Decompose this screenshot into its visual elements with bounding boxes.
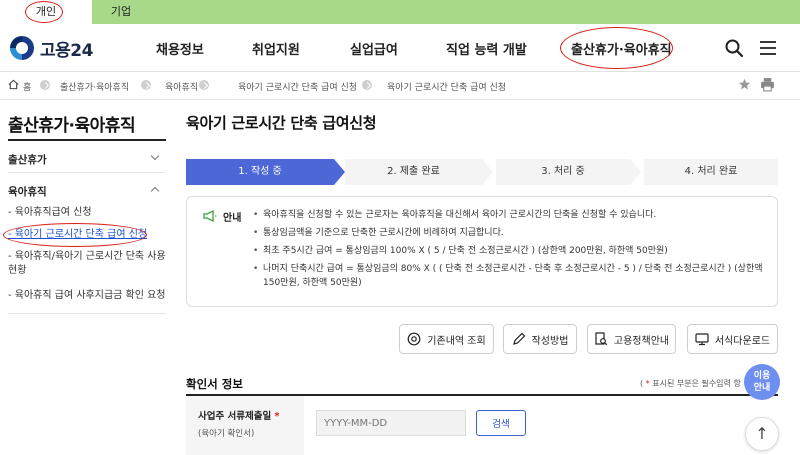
chevron-down-icon[interactable] [150,151,160,161]
sidebar-link-usage-status[interactable]: - 육아휴직/육아기 근로시간 단축 사용 현황 [8,250,166,278]
sidebar-category-parental-leave[interactable]: 육아휴직 [8,184,47,199]
form-download-button[interactable]: 서식다운로드 [687,324,778,354]
sidebar-link-reduced-hours-benefit[interactable]: - 육아기 근로시간 단축 급여 신청 [8,228,166,242]
form-download-label: 서식다운로드 [714,335,771,347]
breadcrumb-chevron-icon [40,80,50,90]
home-icon[interactable] [8,79,19,90]
print-icon[interactable] [760,77,775,92]
step-completed: 4. 처리 완료 [644,159,778,185]
nav-item-maternity-parental-leave[interactable]: 출산휴가·육아휴직 [571,39,672,58]
form-label-cell [186,396,304,455]
notice-line: 육아휴직을 신청할 수 있는 근로자는 육아휴직을 대신해서 육아기 근로시간의… [253,208,773,222]
step-arrow-icon [334,159,345,185]
site-header: 고용24 채용정보 취업지원 실업급여 직업 능력 개발 출산휴가·육아휴직 [0,24,800,72]
sidebar-divider [8,313,166,314]
breadcrumb-item[interactable]: 육아기 근로시간 단축 급여 신청 [238,80,357,93]
required-note: ( * 표시된 부분은 필수입력 항 [640,379,741,388]
nav-item-jobs[interactable]: 채용정보 [156,39,204,58]
notice-line: 통상임금액을 기준으로 단축한 근로시간에 비례하여 지급합니다. [253,226,773,240]
section-title-confirmation: 확인서 정보 [186,377,243,391]
notice-label: 안내 [223,213,242,224]
hamburger-menu-icon[interactable] [758,38,778,58]
breadcrumb-item[interactable]: 출산휴가·육아휴직 [60,80,129,93]
notice-box: 안내 육아휴직을 신청할 수 있는 근로자는 육아휴직을 대신해서 육아기 근로… [186,196,778,307]
notice-list: 육아휴직을 신청할 수 있는 근로자는 육아휴직을 대신해서 육아기 근로시간의… [253,208,773,290]
employment-policy-label: 고용정책안내 [613,335,670,347]
form-sublabel: (육아기 확인서) [198,429,255,439]
page-title: 육아기 근로시간 단축 급여신청 [186,114,377,132]
breadcrumb-chevron-icon [199,80,209,90]
main-nav: 채용정보 취업지원 실업급여 직업 능력 개발 출산휴가·육아휴직 [0,24,800,72]
nav-item-unemployment-benefit[interactable]: 실업급여 [350,39,398,58]
search-icon[interactable] [724,38,744,58]
search-button[interactable]: 검색 [476,410,526,436]
how-to-write-label: 작성방법 [531,335,569,347]
chevron-up-icon[interactable] [150,186,160,196]
step-submitted: 2. 제출 완료 [345,159,482,185]
required-note-text: 표시된 부분은 필수입력 항 [652,379,741,388]
sidebar-link-deferred-payment[interactable]: - 육아휴직 급여 사후지급금 확인 요청 [8,289,166,303]
sidebar-divider [8,172,166,173]
nav-item-employment-support[interactable]: 취업지원 [252,39,300,58]
scroll-top-button[interactable]: ↑ [745,417,779,451]
breadcrumb: 홈 출산휴가·육아휴직 육아휴직 육아기 근로시간 단축 급여 신청 육아기 근… [0,72,800,100]
megaphone-icon [203,210,217,222]
document-search-icon [595,332,608,346]
required-star-icon: * [645,379,650,388]
tab-company[interactable]: 기업 [92,0,150,24]
nav-item-vocational-training[interactable]: 직업 능력 개발 [446,39,527,58]
step-processing: 3. 처리 중 [496,159,630,185]
sidebar-category-maternity-leave[interactable]: 출산휴가 [8,152,47,167]
notice-line: 최초 주5시간 급여 = 통상임금의 100% X ( 5 / 단축 전 소정근… [253,244,773,258]
step-arrow-icon [482,159,493,185]
sidebar-link-parental-leave-benefit[interactable]: - 육아휴직급여 신청 [8,206,166,220]
usage-guide-line2: 안내 [753,383,771,393]
view-history-button[interactable]: 기존내역 조회 [399,324,494,354]
step-writing: 1. 작성 중 [186,159,334,185]
breadcrumb-chevron-icon [141,80,151,90]
breadcrumb-home[interactable]: 홈 [23,80,31,93]
breadcrumb-current: 육아기 근로시간 단축 급여 신청 [387,83,507,93]
pencil-icon [512,332,525,345]
favorite-star-icon[interactable] [738,78,751,91]
step-arrow-icon [630,159,641,185]
form-label-submit-date: 사업주 서류제출일 * [198,408,280,422]
form-label-text: 사업주 서류제출일 [198,411,272,422]
user-type-bar: 개인 기업 [0,0,800,24]
breadcrumb-chevron-icon [362,80,372,90]
tab-personal[interactable]: 개인 [0,0,92,24]
employment-policy-button[interactable]: 고용정책안내 [587,324,676,354]
sidebar-title: 출산휴가·육아휴직 [8,116,136,136]
how-to-write-button[interactable]: 작성방법 [503,324,577,354]
progress-steps: 1. 작성 중 2. 제출 완료 3. 처리 중 4. 처리 완료 [186,159,778,185]
arrow-up-icon: ↑ [755,424,769,443]
notice-line: 나머지 단축시간 급여 = 통상임금의 80% X ( ( 단축 전 소정근로시… [253,262,769,290]
required-star-icon: * [274,411,280,422]
submit-date-input[interactable] [316,410,466,436]
breadcrumb-item[interactable]: 육아휴직 [165,80,198,93]
sidebar-title-rule [8,139,166,141]
at-sign-icon [407,332,421,346]
usage-guide-button[interactable]: 이용 안내 [744,364,780,400]
view-history-label: 기존내역 조회 [427,335,486,347]
usage-guide-line1: 이용 [753,371,771,381]
monitor-icon [695,333,709,346]
